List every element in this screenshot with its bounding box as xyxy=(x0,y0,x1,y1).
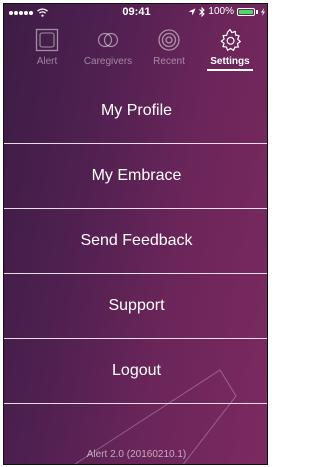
battery-percentage: 100% xyxy=(208,6,234,17)
battery-level-fill xyxy=(239,9,253,14)
tab-settings[interactable]: Settings xyxy=(202,26,258,72)
status-right: 100% xyxy=(188,6,265,17)
tab-label: Caregivers xyxy=(83,56,133,67)
bluetooth-icon xyxy=(199,6,206,17)
divider xyxy=(4,403,267,404)
status-bar: 09:41 100% xyxy=(4,4,267,22)
app-version-label: Alert 2.0 (20160210.1) xyxy=(86,449,187,460)
location-arrow-icon xyxy=(188,8,196,15)
caregivers-circles-icon xyxy=(97,32,119,48)
active-tab-indicator xyxy=(207,69,253,71)
menu-item-logout[interactable]: Logout xyxy=(4,339,267,403)
alert-square-icon xyxy=(35,28,59,52)
phone-screen: 09:41 100% Alert Caregivers Recent Setti… xyxy=(3,3,268,465)
tab-label: Recent xyxy=(153,56,185,67)
menu-item-send-feedback[interactable]: Send Feedback xyxy=(4,209,267,273)
tab-label: Alert xyxy=(36,56,58,67)
battery-tip xyxy=(256,9,258,14)
tab-label: Settings xyxy=(210,56,250,67)
menu-item-support[interactable]: Support xyxy=(4,274,267,338)
tab-bar: Alert Caregivers Recent Settings xyxy=(4,26,267,72)
charging-bolt-icon xyxy=(261,7,265,16)
battery-icon xyxy=(237,7,255,16)
tab-caregivers[interactable]: Caregivers xyxy=(80,26,136,72)
recent-ring-icon xyxy=(158,29,180,51)
tab-alert[interactable]: Alert xyxy=(19,26,75,72)
menu-item-my-embrace[interactable]: My Embrace xyxy=(4,144,267,208)
menu-item-my-profile[interactable]: My Profile xyxy=(4,79,267,143)
tab-recent[interactable]: Recent xyxy=(141,26,197,72)
gear-icon xyxy=(220,28,241,51)
